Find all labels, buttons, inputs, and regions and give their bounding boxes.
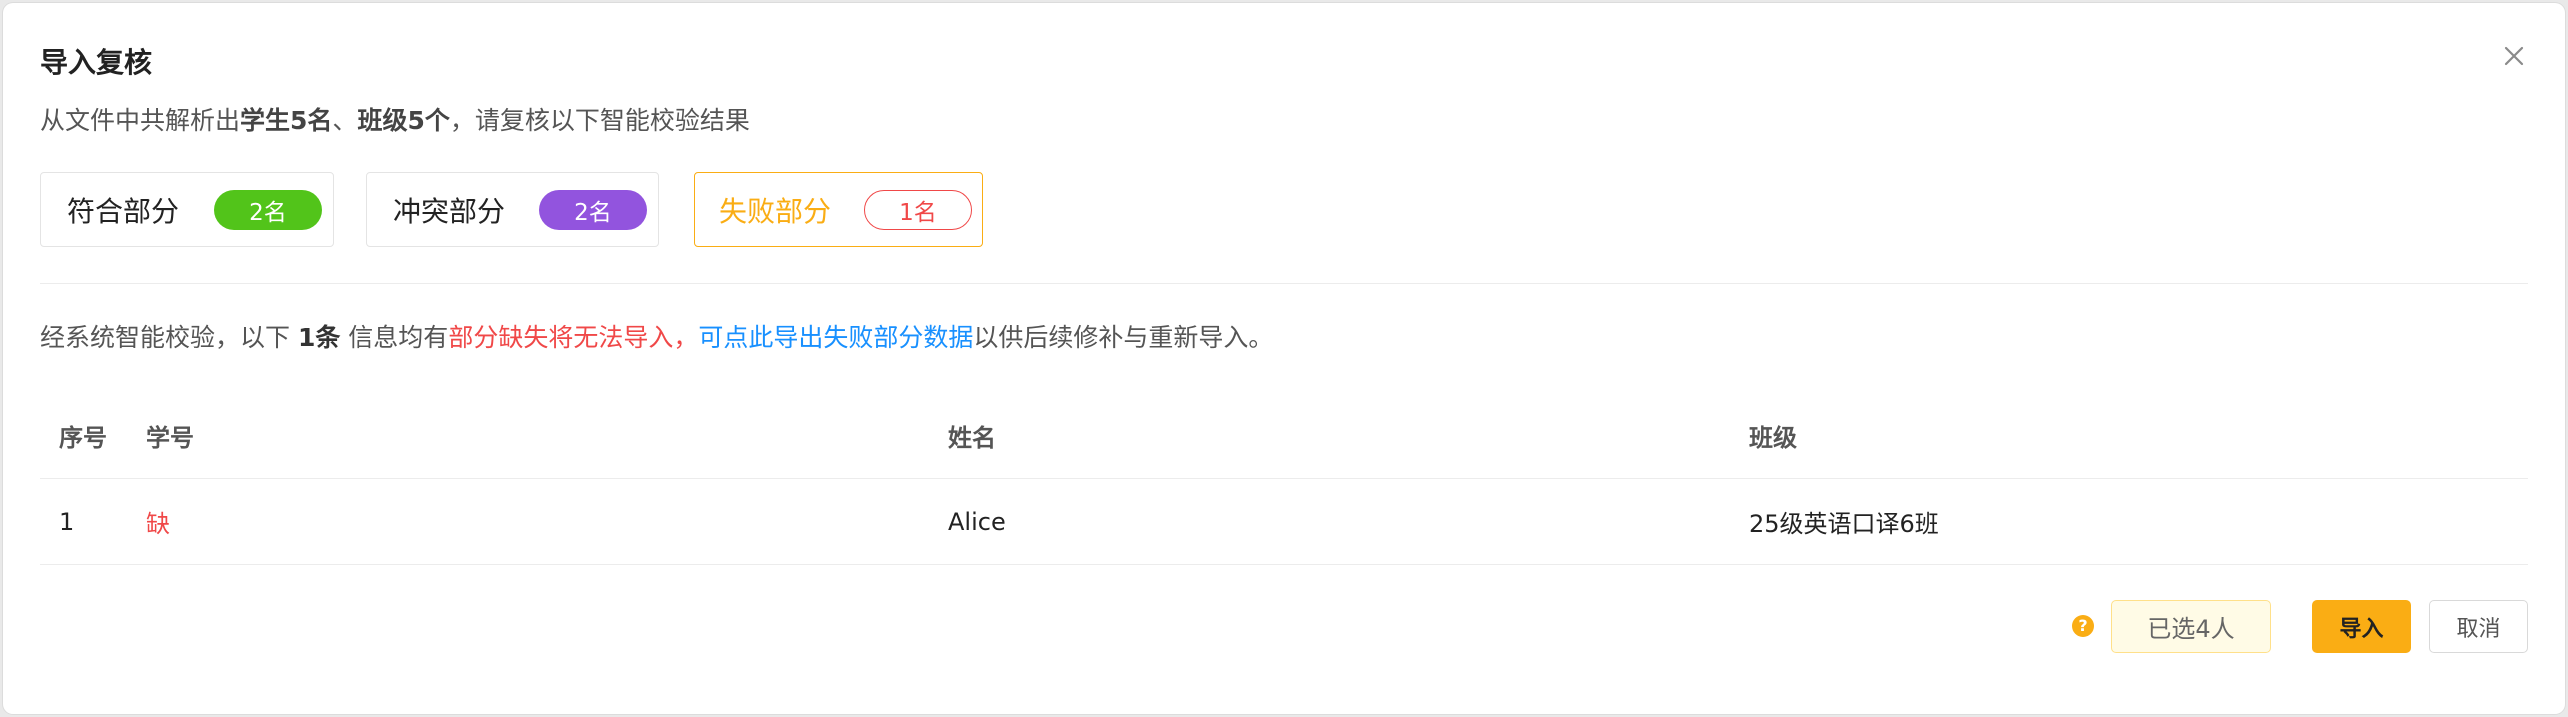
failed-records-table: 序号 学号 姓名 班级 1 缺 Alice 25级英语口译6班 [40, 393, 2528, 565]
validation-notice: 经系统智能校验，以下 1条 信息均有部分缺失将无法导入，可点此导出失败部分数据以… [40, 321, 1273, 355]
export-failed-link[interactable]: 可点此导出失败部分数据 [698, 323, 973, 352]
cell-index: 1 [59, 507, 75, 536]
cell-class: 25级英语口译6班 [1749, 510, 1939, 538]
import-button[interactable]: 导入 [2312, 600, 2411, 653]
question-circle-icon[interactable]: ? [2072, 615, 2094, 637]
subtitle-students: 学生5名 [240, 106, 333, 135]
tab-conflict[interactable]: 冲突部分 2名 [366, 172, 659, 247]
subtitle-prefix: 从文件中共解析出 [40, 106, 241, 135]
notice-warning: 部分缺失将无法导入， [448, 323, 699, 352]
subtitle-sep: 、 [332, 106, 358, 135]
column-header-class: 班级 [1749, 424, 1797, 452]
notice-middle: 信息均有 [340, 323, 449, 352]
column-header-index: 序号 [59, 424, 107, 452]
subtitle-suffix: ，请复核以下智能校验结果 [449, 106, 750, 135]
selected-count-button[interactable]: 已选4人 [2111, 600, 2271, 653]
column-header-student-id: 学号 [146, 424, 194, 452]
close-icon[interactable] [2501, 43, 2527, 69]
cell-student-id-missing: 缺 [146, 510, 170, 538]
import-review-dialog: 导入复核 从文件中共解析出学生5名、班级5个，请复核以下智能校验结果 符合部分 … [3, 3, 2565, 714]
table-row: 1 缺 Alice 25级英语口译6班 [40, 479, 2528, 565]
notice-prefix: 经系统智能校验，以下 [40, 323, 298, 352]
tab-conflict-count-badge: 2名 [539, 190, 647, 230]
cancel-button[interactable]: 取消 [2429, 600, 2528, 653]
divider [40, 283, 2528, 284]
cell-name: Alice [948, 507, 1006, 536]
dialog-title: 导入复核 [40, 46, 153, 79]
notice-count: 1条 [297, 323, 341, 352]
tab-matched-count-badge: 2名 [214, 190, 322, 230]
tab-failed-label: 失败部分 [719, 194, 832, 228]
subtitle-classes: 班级5个 [357, 106, 450, 135]
table-header: 序号 学号 姓名 班级 [40, 393, 2528, 479]
tab-matched[interactable]: 符合部分 2名 [40, 172, 334, 247]
tab-failed[interactable]: 失败部分 1名 [694, 172, 983, 247]
column-header-name: 姓名 [948, 424, 996, 452]
tab-failed-count-badge: 1名 [864, 190, 972, 230]
tab-matched-label: 符合部分 [67, 194, 180, 228]
dialog-subtitle: 从文件中共解析出学生5名、班级5个，请复核以下智能校验结果 [40, 104, 750, 138]
notice-suffix: 以供后续修补与重新导入。 [973, 323, 1274, 352]
tab-conflict-label: 冲突部分 [393, 194, 506, 228]
